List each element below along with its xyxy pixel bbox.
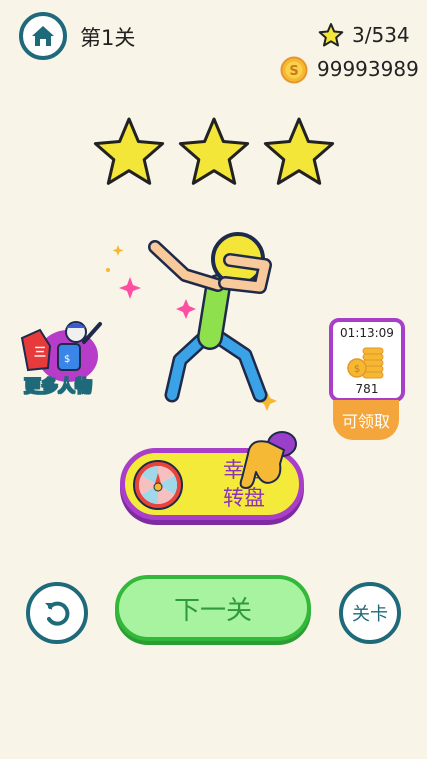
- result-star-icon: [178, 117, 250, 185]
- next-level-button[interactable]: 下一关: [115, 575, 311, 641]
- offline-reward-card[interactable]: 01:13:09 $ 781: [329, 318, 405, 402]
- claim-button[interactable]: 可领取: [333, 400, 399, 440]
- svg-text:$: $: [354, 364, 360, 375]
- star-icon: [318, 23, 344, 47]
- stars-count: 3/534: [352, 23, 410, 47]
- coins-count: 99993989: [317, 57, 419, 81]
- level-select-label: 关卡: [352, 604, 388, 625]
- level-select-button[interactable]: 关卡: [339, 582, 401, 644]
- pointing-hand-icon: [239, 431, 297, 489]
- home-icon: [32, 26, 54, 46]
- stickman-character: [106, 232, 277, 411]
- home-button[interactable]: [19, 12, 67, 60]
- level-title: 第1关: [80, 26, 136, 50]
- result-star-icon: [263, 117, 335, 185]
- coin-icon: S: [280, 56, 308, 84]
- svg-text:S: S: [289, 64, 298, 79]
- coin-stack-icon: $: [347, 347, 384, 379]
- svg-text:$: $: [64, 354, 70, 365]
- reward-timer: 01:13:09: [340, 326, 394, 340]
- result-star-icon: [93, 117, 165, 185]
- more-characters-button[interactable]: 三 $ 更多人物: [20, 318, 110, 398]
- more-characters-label: 更多人物: [24, 377, 93, 398]
- reward-amount: 781: [355, 382, 379, 396]
- wheel-icon: [133, 460, 183, 510]
- replay-icon: [45, 601, 70, 626]
- replay-button[interactable]: [26, 582, 88, 644]
- svg-text:三: 三: [34, 345, 46, 359]
